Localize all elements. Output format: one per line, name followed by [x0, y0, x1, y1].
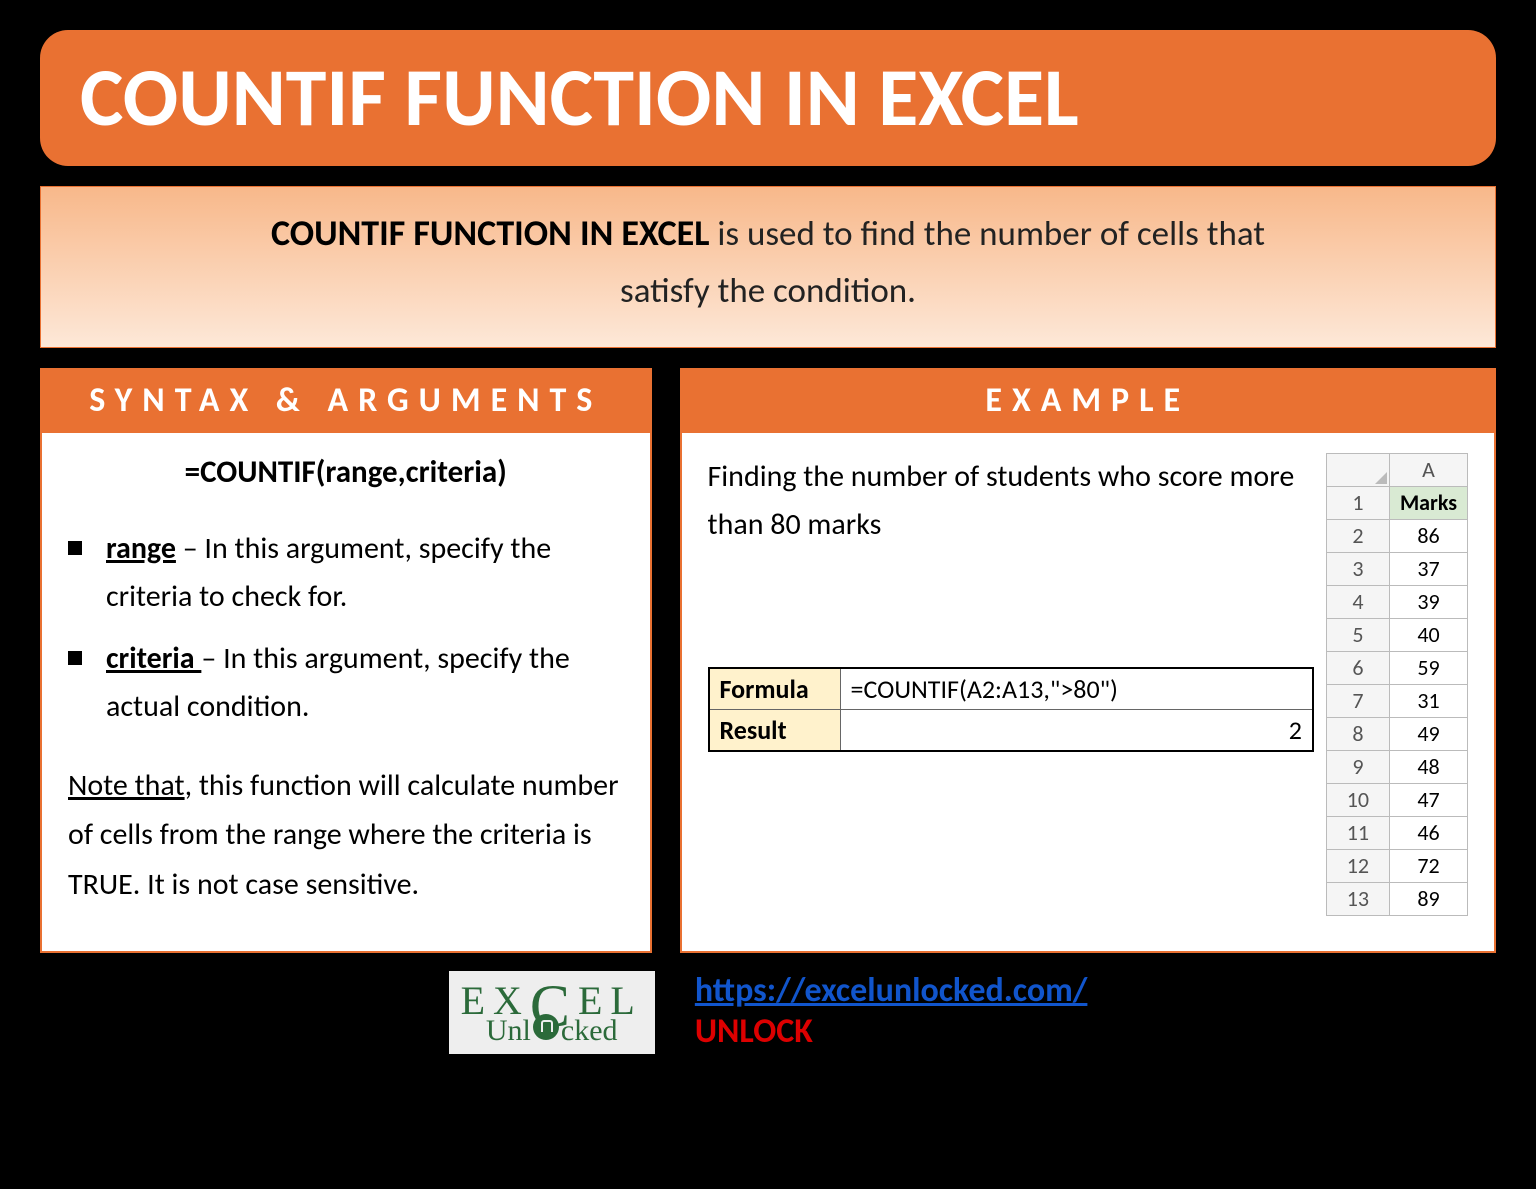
row-num: 7: [1326, 684, 1389, 717]
title-bar: COUNTIF FUNCTION IN EXCEL: [40, 30, 1496, 166]
formula-value: =COUNTIF(A2:A13,">80"): [840, 668, 1313, 710]
table-row: 1Marks: [1326, 486, 1467, 519]
page: COUNTIF FUNCTION IN EXCEL COUNTIF FUNCTI…: [0, 0, 1536, 1074]
result-label: Result: [709, 709, 841, 751]
row-num: 12: [1326, 849, 1389, 882]
col-head-a: A: [1389, 453, 1467, 486]
row-num: 8: [1326, 717, 1389, 750]
row-num: 1: [1326, 486, 1389, 519]
formula-table-wrap: Formula =COUNTIF(A2:A13,">80") Result 2: [708, 559, 1314, 752]
description-line1: COUNTIF FUNCTION IN EXCEL is used to fin…: [71, 205, 1465, 263]
example-column: EXAMPLE Finding the number of students w…: [680, 368, 1496, 953]
arg-name: range: [106, 530, 176, 567]
table-row: 948: [1326, 750, 1467, 783]
table-row: 731: [1326, 684, 1467, 717]
row-num: 9: [1326, 750, 1389, 783]
row-num: 4: [1326, 585, 1389, 618]
example-row: Finding the number of students who score…: [708, 453, 1468, 916]
marks-cell: 59: [1389, 651, 1467, 684]
arg-range: range – In this argument, specify the cr…: [68, 525, 624, 621]
table-row: 1389: [1326, 882, 1467, 915]
bullet-icon: [68, 651, 82, 665]
row-num: 13: [1326, 882, 1389, 915]
example-left: Finding the number of students who score…: [708, 453, 1314, 752]
table-row: 1047: [1326, 783, 1467, 816]
example-desc: Finding the number of students who score…: [708, 453, 1314, 549]
marks-cell: 89: [1389, 882, 1467, 915]
marks-cell: 39: [1389, 585, 1467, 618]
row-num: 10: [1326, 783, 1389, 816]
corner-cell: [1326, 453, 1389, 486]
syntax-body: =COUNTIF(range,criteria) range – In this…: [40, 433, 652, 953]
result-row: Result 2: [709, 709, 1313, 751]
row-num: 3: [1326, 552, 1389, 585]
logo: EX C EL Unlcked: [449, 971, 655, 1054]
table-row: 439: [1326, 585, 1467, 618]
marks-header-cell: Marks: [1389, 486, 1467, 519]
marks-cell: 31: [1389, 684, 1467, 717]
row-num: 2: [1326, 519, 1389, 552]
row-num: 5: [1326, 618, 1389, 651]
footer-unlock: UNLOCK: [695, 1012, 1088, 1053]
description-rest1: is used to find the number of cells that: [709, 213, 1265, 255]
table-header-row: A: [1326, 453, 1467, 486]
syntax-header: SYNTAX & ARGUMENTS: [40, 368, 652, 433]
marks-cell: 46: [1389, 816, 1467, 849]
description-bold: COUNTIF FUNCTION IN EXCEL: [271, 211, 709, 255]
formula-label: Formula: [709, 668, 841, 710]
footer-link[interactable]: https://excelunlocked.com/: [695, 970, 1088, 1011]
table-row: 540: [1326, 618, 1467, 651]
bullet-icon: [68, 541, 82, 555]
syntax-formula: =COUNTIF(range,criteria): [68, 453, 624, 491]
formula-row: Formula =COUNTIF(A2:A13,">80"): [709, 668, 1313, 710]
table-row: 1272: [1326, 849, 1467, 882]
footer: EX C EL Unlcked https://excelunlocked.co…: [40, 971, 1496, 1054]
page-title: COUNTIF FUNCTION IN EXCEL: [80, 48, 1456, 148]
description-line2: satisfy the condition.: [71, 263, 1465, 319]
marks-cell: 40: [1389, 618, 1467, 651]
marks-cell: 49: [1389, 717, 1467, 750]
example-header: EXAMPLE: [680, 368, 1496, 433]
logo-bottom: Unlcked: [486, 1014, 618, 1048]
marks-cell: 47: [1389, 783, 1467, 816]
note-label: Note that: [68, 767, 185, 804]
marks-table: A 1Marks 286 337 439 540 659 731 849 948…: [1326, 453, 1468, 916]
lock-icon: [533, 1014, 559, 1040]
table-row: 849: [1326, 717, 1467, 750]
arg-name: criteria: [106, 640, 201, 677]
row-num: 11: [1326, 816, 1389, 849]
formula-table: Formula =COUNTIF(A2:A13,">80") Result 2: [708, 667, 1314, 752]
marks-cell: 48: [1389, 750, 1467, 783]
table-row: 1146: [1326, 816, 1467, 849]
marks-table-wrap: A 1Marks 286 337 439 540 659 731 849 948…: [1326, 453, 1468, 916]
columns: SYNTAX & ARGUMENTS =COUNTIF(range,criter…: [40, 368, 1496, 953]
result-value: 2: [840, 709, 1313, 751]
syntax-column: SYNTAX & ARGUMENTS =COUNTIF(range,criter…: [40, 368, 652, 953]
arg-criteria: criteria – In this argument, specify the…: [68, 635, 624, 731]
marks-cell: 72: [1389, 849, 1467, 882]
table-row: 337: [1326, 552, 1467, 585]
syntax-note: Note that, this function will calculate …: [68, 761, 624, 910]
row-num: 6: [1326, 651, 1389, 684]
table-row: 659: [1326, 651, 1467, 684]
footer-text: https://excelunlocked.com/ UNLOCK: [695, 971, 1088, 1053]
description-box: COUNTIF FUNCTION IN EXCEL is used to fin…: [40, 186, 1496, 348]
arguments-list: range – In this argument, specify the cr…: [68, 525, 624, 731]
table-row: 286: [1326, 519, 1467, 552]
marks-cell: 86: [1389, 519, 1467, 552]
example-body: Finding the number of students who score…: [680, 433, 1496, 953]
marks-cell: 37: [1389, 552, 1467, 585]
